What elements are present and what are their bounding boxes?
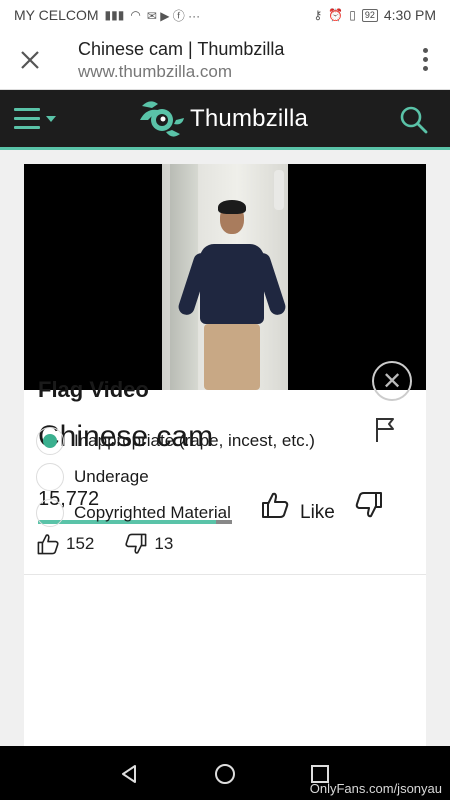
flag-option-underage[interactable]: Underage — [36, 459, 315, 495]
notification-icons: ✉ ▶ ⓕ ··· — [146, 8, 201, 23]
tab-title: Chinese cam | Thumbzilla — [78, 38, 285, 59]
flag-icon — [376, 418, 394, 442]
radio-button[interactable] — [36, 463, 64, 491]
search-icon — [400, 106, 428, 134]
option-label: Underage — [74, 467, 149, 486]
home-button[interactable] — [214, 763, 236, 785]
dislikes-stat: 13 — [124, 532, 173, 556]
tab-info: Chinese cam | Thumbzilla www.thumbzilla.… — [60, 37, 400, 83]
watermark: OnlyFans.com/jsonyau — [309, 781, 442, 796]
carrier-label: MY CELCOM — [14, 7, 99, 23]
close-tab-button[interactable] — [0, 30, 60, 90]
logo-text: Thumbzilla — [190, 105, 309, 132]
back-icon — [122, 765, 136, 783]
back-button[interactable] — [118, 763, 140, 785]
flag-options: Inappropriate (rape, incest, etc.) Under… — [36, 423, 315, 531]
radio-button[interactable] — [36, 427, 64, 455]
thumbs-down-icon — [125, 533, 147, 554]
option-label: Inappropriate (rape, incest, etc.) — [74, 431, 315, 450]
status-bar: MY CELCOM ▮▮▮ ◠ ✉ ▶ ⓕ ··· ⚷ ⏰ ▯ 92 4:30 … — [0, 0, 450, 30]
vote-stats: 152 13 — [36, 532, 203, 556]
battery-icon: 92 — [361, 8, 378, 22]
close-icon: ✕ — [381, 367, 403, 395]
site-header: Thumbzilla — [0, 90, 450, 150]
video-frame — [162, 164, 288, 390]
overflow-menu-button[interactable] — [400, 48, 450, 71]
custom-tab-bar: Chinese cam | Thumbzilla www.thumbzilla.… — [0, 30, 450, 90]
search-button[interactable] — [398, 104, 430, 136]
wifi-icon: ◠ — [130, 8, 141, 22]
close-icon — [21, 50, 39, 69]
likes-stat: 152 — [36, 532, 94, 556]
flag-heading: Flag Video — [38, 377, 149, 402]
likes-count: 152 — [66, 534, 95, 553]
thumbs-down-icon — [355, 492, 382, 518]
close-flag-button[interactable]: ✕ — [372, 361, 412, 401]
option-label: Copyrighted Material — [74, 503, 231, 522]
flag-option-inappropriate[interactable]: Inappropriate (rape, incest, etc.) — [36, 423, 315, 459]
key-icon: ⚷ — [313, 8, 323, 22]
site-logo[interactable]: Thumbzilla — [136, 94, 308, 144]
dislikes-count: 13 — [154, 534, 174, 553]
more-vert-icon — [422, 48, 428, 53]
video-player[interactable] — [24, 164, 426, 390]
clock: 4:30 PM — [383, 7, 436, 23]
dislike-button[interactable] — [354, 490, 384, 525]
video-card: Chinese cam 15,772 Like 152 13 Flag Vide… — [24, 164, 426, 764]
tab-url: www.thumbzilla.com — [78, 61, 232, 81]
flag-button[interactable] — [374, 416, 396, 444]
divider — [24, 574, 426, 575]
radio-button[interactable] — [36, 499, 64, 527]
hamburger-icon — [14, 108, 40, 129]
alarm-icon: ⏰ — [328, 8, 344, 22]
flag-option-copyright[interactable]: Copyrighted Material — [36, 495, 315, 531]
logo-icon — [140, 101, 184, 137]
system-nav-bar: OnlyFans.com/jsonyau — [0, 746, 450, 800]
menu-button[interactable] — [14, 108, 56, 129]
home-icon — [215, 764, 235, 784]
thumbs-up-icon — [37, 534, 59, 555]
signal-icon: ▮▮▮ — [104, 8, 125, 22]
vibrate-icon: ▯ — [349, 8, 356, 22]
caret-down-icon — [46, 115, 56, 122]
